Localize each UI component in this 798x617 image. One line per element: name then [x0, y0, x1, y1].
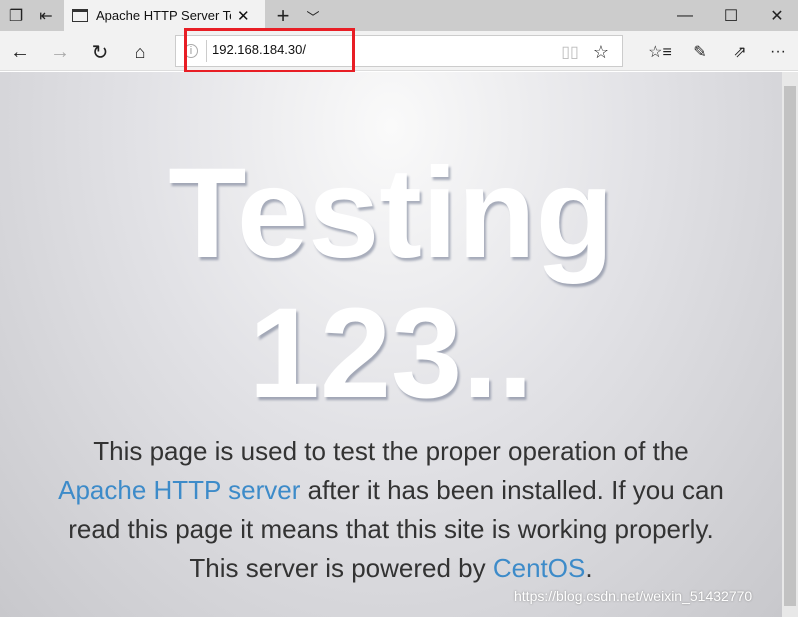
favorites-icon[interactable]: ☆≡ — [648, 40, 672, 64]
notes-pen-icon[interactable]: ✎ — [688, 40, 712, 64]
new-tab-icon[interactable]: + — [272, 3, 294, 28]
intro-paragraph: This page is used to test the proper ope… — [58, 436, 724, 583]
chevron-down-icon[interactable]: ﹀ — [302, 4, 324, 28]
reading-view-icon[interactable]: ▯▯ — [560, 40, 580, 64]
watermark: https://blog.csdn.net/weixin_51432770 — [514, 588, 753, 604]
tab-apache[interactable]: Apache HTTP Server Test Page powered by … — [64, 0, 265, 31]
back-icon[interactable]: ← — [8, 40, 32, 64]
page-icon — [72, 9, 88, 22]
share-icon[interactable]: ⇗ — [728, 40, 752, 64]
tab-manager-icon[interactable]: ❐ — [4, 4, 28, 28]
highlight-box — [184, 28, 355, 73]
refresh-icon[interactable]: ↻ — [88, 40, 112, 64]
close-window-icon[interactable]: ✕ — [762, 4, 792, 28]
forward-icon[interactable]: → — [48, 40, 72, 64]
heading-123: 123.. — [248, 282, 534, 425]
heading-testing: Testing — [168, 142, 614, 285]
home-icon[interactable]: ⌂ — [128, 40, 152, 64]
centos-link[interactable]: CentOS — [493, 553, 586, 583]
favorite-star-icon[interactable]: ☆ — [590, 40, 612, 64]
scrollbar-thumb[interactable] — [784, 86, 796, 606]
close-tab-icon[interactable]: ✕ — [237, 7, 250, 25]
maximize-icon[interactable]: ☐ — [716, 4, 746, 28]
apache-link[interactable]: Apache HTTP server — [58, 475, 300, 505]
more-icon[interactable]: ··· — [766, 40, 790, 64]
minimize-icon[interactable]: — — [670, 4, 700, 28]
set-aside-tabs-icon[interactable]: ⇤ — [34, 4, 58, 28]
